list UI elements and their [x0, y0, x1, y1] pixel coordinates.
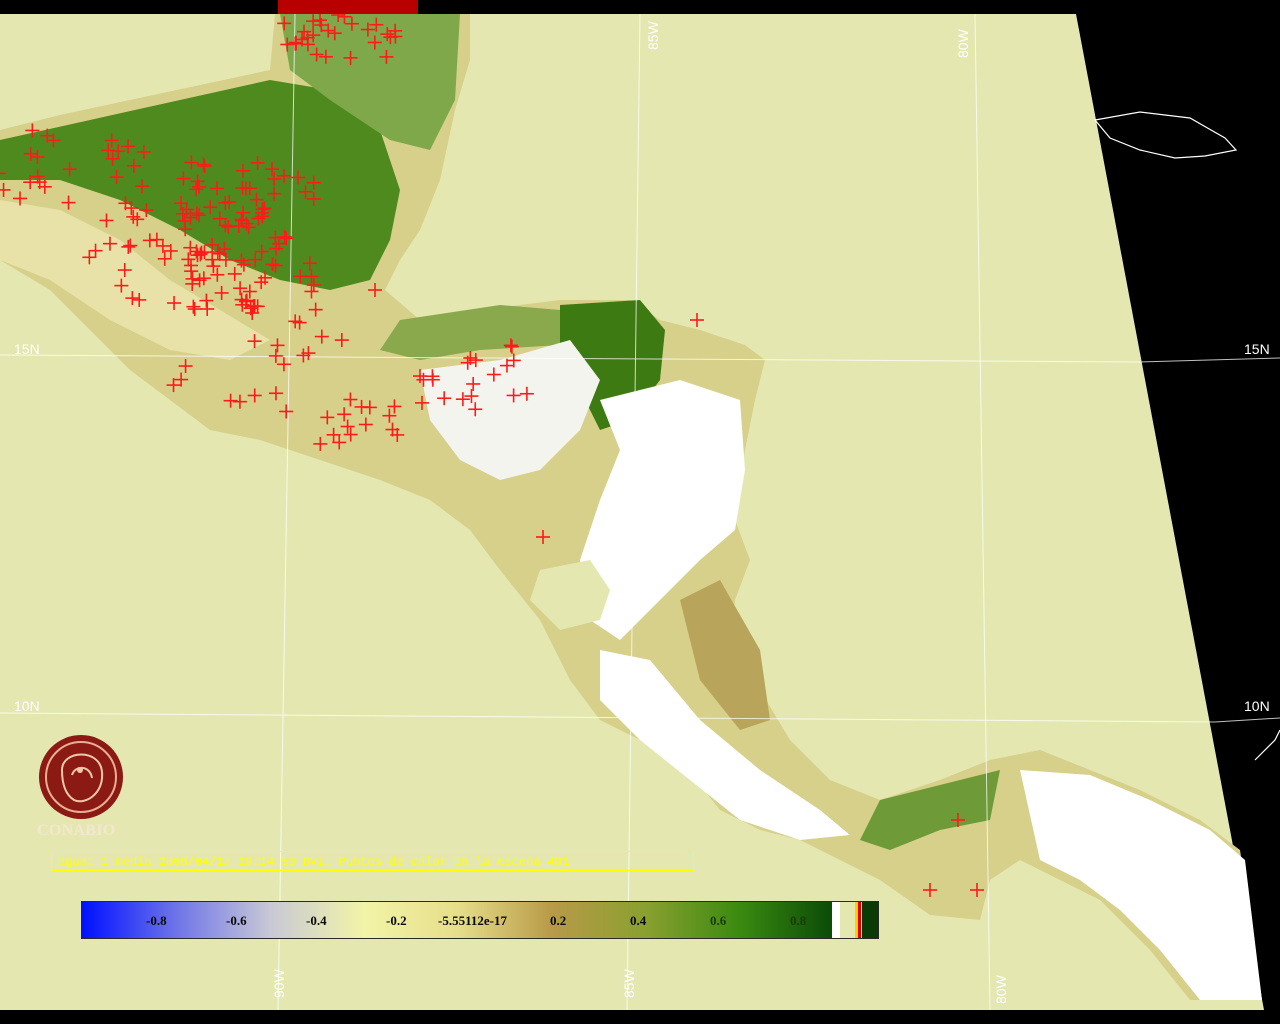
- lon-label-top-80: 80W: [955, 28, 971, 58]
- colorbar-cloud-swatch: [832, 902, 840, 938]
- lat-label-right-10: 10N: [1244, 698, 1270, 714]
- lon-label-bottom-90: 90W: [271, 968, 287, 998]
- colorbar-end-swatch: [862, 902, 878, 938]
- lon-label-top-85: 85W: [645, 20, 661, 50]
- colorbar-tick-label: 0.8: [790, 913, 807, 928]
- top-bar-fire-strip: [278, 0, 418, 14]
- colorbar-fire-swatch: [858, 902, 861, 938]
- colorbar-tick-label: -5.55112e-17: [438, 913, 507, 928]
- lat-label-left-10: 10N: [14, 698, 40, 714]
- colorbar-tick-label: 0.6: [710, 913, 727, 928]
- coast-outline-east: [1254, 729, 1280, 761]
- lat-label-right-15: 15N: [1244, 341, 1270, 357]
- colorbar-tick-label: -0.6: [226, 913, 247, 928]
- colorbar-tick-label: 0.2: [550, 913, 567, 928]
- lon-label-bottom-80: 80W: [993, 974, 1009, 1004]
- colorbar-tick-label: -0.8: [146, 913, 167, 928]
- jamaica-outline: [1093, 111, 1238, 159]
- top-bar: [0, 0, 1280, 14]
- colorbar-tick-label: -0.2: [386, 913, 407, 928]
- lat-label-left-15: 15N: [14, 341, 40, 357]
- lon-label-bottom-85: 85W: [621, 968, 637, 998]
- colorbar-fire-swatch-2: [855, 902, 858, 938]
- bottom-bar: [0, 1010, 1280, 1024]
- conabio-logo: [39, 735, 123, 819]
- conabio-label: CONABIO: [37, 822, 116, 839]
- colorbar-tick-label: 0.4: [630, 913, 647, 928]
- colorbar-tick-label: -0.4: [306, 913, 327, 928]
- ndvi-colorbar: -0.8 -0.6 -0.4 -0.2 -5.55112e-17 0.2 0.4 0.6 0.8: [81, 901, 879, 939]
- scene-caption: agua: 1 media 2006/04/17 19:14:59 DVI. P…: [51, 851, 694, 871]
